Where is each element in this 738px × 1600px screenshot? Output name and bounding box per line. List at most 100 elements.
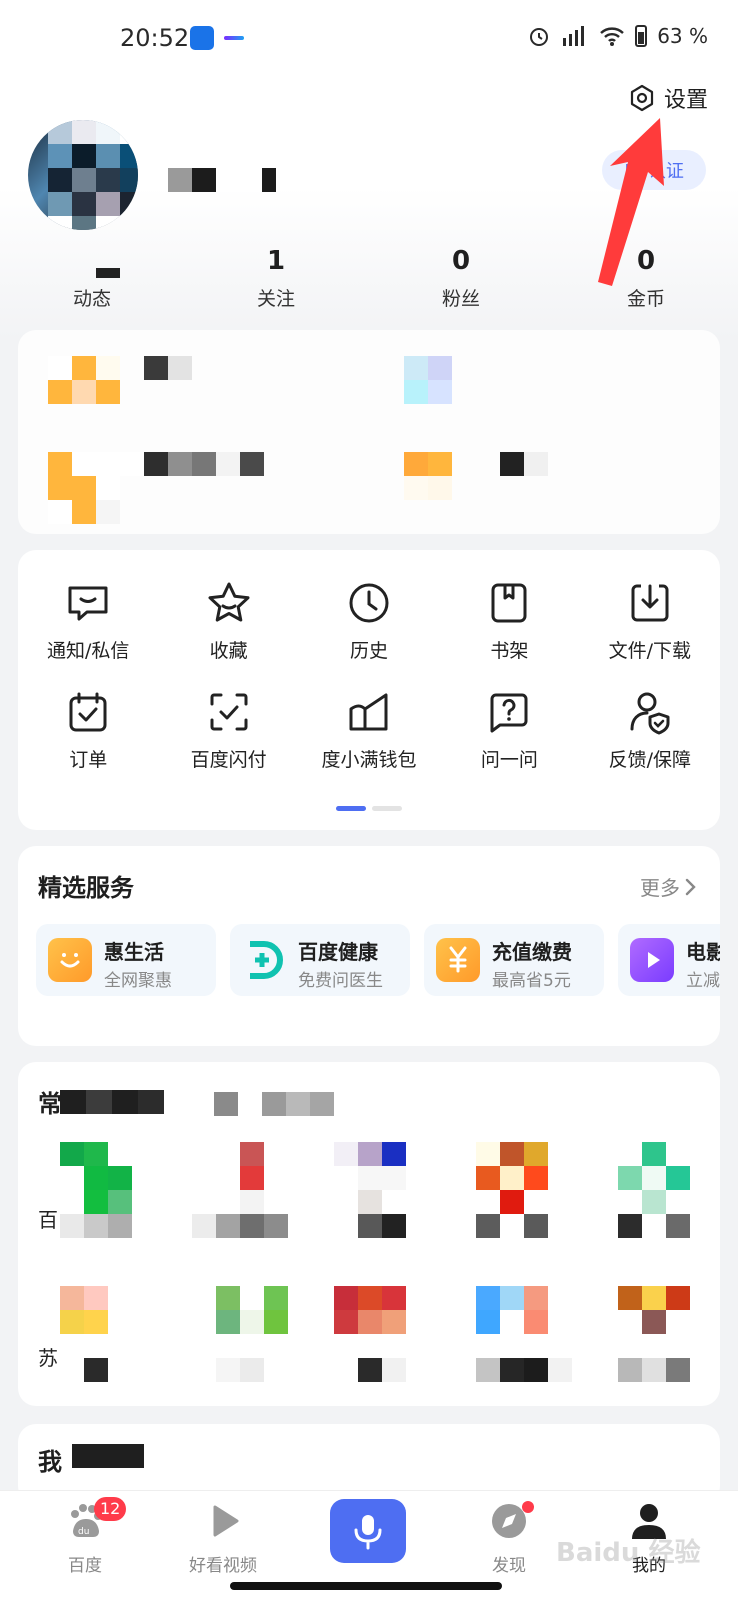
service-subtitle: 免费问医生 <box>298 971 383 991</box>
home-indicator[interactable] <box>230 1582 502 1590</box>
voice-search-button[interactable] <box>330 1499 406 1563</box>
tool-label: 反馈/保障 <box>608 749 691 771</box>
settings-label: 设置 <box>663 88 708 113</box>
tool-feedback[interactable]: 反馈/保障 <box>580 689 720 772</box>
avatar-mosaic <box>48 120 138 230</box>
mine-redacted <box>72 1444 144 1468</box>
pixelated-promo-card <box>18 330 720 534</box>
tool-wallet[interactable]: 度小满钱包 <box>299 689 439 772</box>
health-d-icon <box>242 938 286 982</box>
app-icon-mosaic[interactable] <box>476 1142 548 1238</box>
smile-bag-icon <box>48 938 92 982</box>
movie-play-icon <box>630 938 674 982</box>
tool-history[interactable]: 历史 <box>299 580 439 663</box>
services-more-link[interactable]: 更多 <box>640 872 698 901</box>
mosaic-block <box>214 1092 334 1116</box>
stat-coins[interactable]: 0 金币 <box>586 246 706 311</box>
nav-label: 发现 <box>492 1556 526 1576</box>
stat-posts-label: 动态 <box>72 288 111 310</box>
nav-baidu[interactable]: du 12 百度 <box>30 1497 140 1576</box>
nav-discover[interactable]: 发现 <box>454 1501 564 1576</box>
stat-fans[interactable]: 0 粉丝 <box>401 246 521 311</box>
tool-label: 历史 <box>349 640 388 662</box>
tools-card: 通知/私信 收藏 历史 书架 文件/下载 订单 百度闪付 度小满钱包 问一问 反… <box>18 550 720 830</box>
app-icon-mosaic[interactable] <box>618 1142 690 1238</box>
tool-label: 文件/下载 <box>608 640 691 662</box>
stat-fans-num: 0 <box>451 246 471 276</box>
nav-haokan[interactable]: 好看视频 <box>168 1501 278 1576</box>
bookmark-icon <box>491 583 527 623</box>
stat-posts[interactable]: 动态 <box>32 246 152 311</box>
service-subtitle: 全网聚惠 <box>104 971 172 991</box>
service-movie[interactable]: 电影 立减 <box>618 924 720 996</box>
tool-quickpay[interactable]: 百度闪付 <box>158 689 298 772</box>
app-icon-mosaic[interactable] <box>334 1142 406 1238</box>
service-subtitle: 最高省5元 <box>492 971 571 991</box>
tool-label: 百度闪付 <box>190 749 267 771</box>
app-row-label: 百 <box>38 1208 58 1232</box>
service-title: 电影 <box>686 940 720 964</box>
tool-label: 书架 <box>490 640 529 662</box>
tool-bookshelf[interactable]: 书架 <box>439 580 579 663</box>
mosaic-block <box>48 356 120 404</box>
service-huishenghuo[interactable]: 惠生活 全网聚惠 <box>36 924 216 996</box>
question-icon <box>490 693 528 733</box>
stat-coins-num: 0 <box>636 246 656 276</box>
tool-favorites[interactable]: 收藏 <box>158 580 298 663</box>
app-icon-mosaic[interactable] <box>618 1286 690 1382</box>
stat-following-num: 1 <box>266 246 286 276</box>
tool-ask[interactable]: 问一问 <box>439 689 579 772</box>
service-baidu-health[interactable]: 百度健康 免费问医生 <box>230 924 410 996</box>
services-list: 惠生活 全网聚惠 百度健康 免费问医生 充值缴费 最高省5元 电影 立减 <box>36 924 720 996</box>
tool-orders[interactable]: 订单 <box>18 689 158 772</box>
app-icon-mosaic[interactable] <box>476 1286 572 1382</box>
app-icon-mosaic[interactable] <box>60 1142 132 1238</box>
nav-label: 百度 <box>68 1556 102 1576</box>
nav-label: 好看视频 <box>189 1556 257 1576</box>
app-icon-mosaic[interactable] <box>334 1286 406 1382</box>
mosaic-block <box>404 356 452 404</box>
username-pixelated <box>168 168 276 192</box>
feedback-shield-icon <box>630 692 670 735</box>
mosaic-block <box>120 452 264 476</box>
stat-fans-label: 粉丝 <box>441 288 480 310</box>
page-dot-active <box>336 806 366 811</box>
common-apps-title: 常 <box>38 1090 62 1118</box>
status-time: 20:52 <box>120 24 190 52</box>
baidu-watermark: Baidu 经验 <box>556 1538 701 1568</box>
stat-following-label: 关注 <box>256 288 295 310</box>
download-icon <box>631 584 669 622</box>
order-icon <box>69 692 107 732</box>
settings-button[interactable]: 设置 <box>628 82 708 114</box>
app-notification-icon <box>190 26 214 50</box>
app-icon-mosaic[interactable] <box>192 1286 288 1382</box>
service-title: 充值缴费 <box>492 940 572 964</box>
battery-icon <box>635 25 648 47</box>
app-icon-mosaic[interactable] <box>192 1142 288 1238</box>
star-icon <box>208 582 250 622</box>
certify-button[interactable]: 申 认证 <box>602 150 706 190</box>
alarm-icon <box>530 28 549 46</box>
app-icon-mosaic[interactable] <box>60 1286 132 1382</box>
tool-notifications[interactable]: 通知/私信 <box>18 580 158 663</box>
avatar[interactable] <box>28 120 138 230</box>
play-icon <box>213 1505 239 1537</box>
tool-label: 通知/私信 <box>46 640 130 662</box>
microphone-icon <box>354 1515 382 1550</box>
service-subtitle: 立减 <box>686 971 720 991</box>
profile-stats: 动态 1 关注 0 粉丝 0 金币 <box>0 246 738 316</box>
stat-following[interactable]: 1 关注 <box>216 246 336 311</box>
battery-text: 63 % <box>657 24 708 48</box>
tool-label: 问一问 <box>480 749 538 771</box>
notification-dot-icon <box>224 36 244 40</box>
yuan-coin-icon <box>436 938 480 982</box>
svg-text:du: du <box>78 1527 89 1537</box>
hd-signal-icon <box>563 26 585 46</box>
chevron-right-icon <box>685 878 696 895</box>
mosaic-block <box>60 1090 164 1114</box>
service-title: 惠生活 <box>104 940 164 964</box>
mine-title: 我 <box>38 1448 62 1476</box>
service-recharge[interactable]: 充值缴费 最高省5元 <box>424 924 604 996</box>
tool-downloads[interactable]: 文件/下载 <box>580 580 720 663</box>
tool-label: 度小满钱包 <box>321 749 417 771</box>
